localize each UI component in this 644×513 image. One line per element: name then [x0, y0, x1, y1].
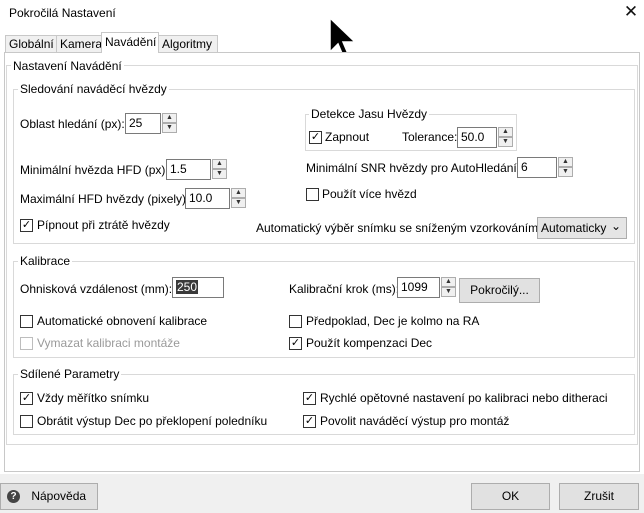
- cancel-button[interactable]: Zrušit: [559, 483, 639, 510]
- close-icon[interactable]: ✕: [621, 2, 641, 22]
- calibration-title: Kalibrace: [18, 254, 73, 268]
- spin-up-icon[interactable]: ▲: [162, 113, 177, 123]
- tab-algorithms[interactable]: Algoritmy: [158, 35, 218, 52]
- assume-dec-orthogonal-checkbox[interactable]: [289, 315, 302, 328]
- dec-compensation-label: Použít kompenzaci Dec: [306, 336, 433, 350]
- ok-button[interactable]: OK: [471, 483, 550, 510]
- spin-up-icon[interactable]: ▲: [498, 127, 513, 137]
- spin-down-icon[interactable]: ▼: [162, 123, 177, 133]
- tab-camera[interactable]: Kamera: [56, 35, 102, 52]
- help-label: Nápověda: [31, 489, 87, 503]
- detection-enable-label: Zapnout: [325, 130, 370, 144]
- multi-star-checkbox[interactable]: [306, 188, 319, 201]
- guiding-settings-title: Nastavení Navádění: [11, 59, 124, 73]
- focal-length-input[interactable]: 250: [172, 277, 224, 298]
- max-hfd-label: Maximální HFD hvězdy (pixely):: [20, 192, 190, 206]
- assume-dec-orthogonal-label: Předpoklad, Dec je kolmo na RA: [306, 314, 480, 328]
- tolerance-input[interactable]: 50.0: [457, 127, 497, 148]
- spin-up-icon[interactable]: ▲: [212, 159, 227, 169]
- beep-label: Pípnout při ztrátě hvězdy: [37, 218, 170, 232]
- always-scale-label: Vždy měřítko snímku: [37, 391, 150, 405]
- fast-recenter-checkbox[interactable]: ✓: [303, 392, 316, 405]
- clear-mount-calibration-label: Vymazat kalibraci montáže: [37, 336, 180, 350]
- window-title: Pokročilá Nastavení: [9, 6, 116, 20]
- advanced-settings-dialog: Pokročilá Nastavení ✕ Globální Kamera Na…: [0, 0, 644, 513]
- search-area-input[interactable]: 25: [125, 113, 161, 134]
- enable-guide-output-checkbox[interactable]: ✓: [303, 415, 316, 428]
- shared-parameters-title: Sdílené Parametry: [18, 367, 122, 381]
- tab-guiding[interactable]: Navádění: [101, 32, 159, 53]
- fast-recenter-label: Rychlé opětovné nastavení po kalibraci n…: [320, 391, 608, 405]
- min-hfd-input[interactable]: 1.5: [166, 159, 211, 180]
- focal-length-value: 250: [176, 280, 199, 294]
- chevron-down-icon: ⌄: [610, 219, 621, 233]
- min-snr-spinner[interactable]: ▲ ▼: [558, 157, 573, 178]
- spin-up-icon[interactable]: ▲: [558, 157, 573, 167]
- calibration-step-label: Kalibrační krok (ms):: [289, 282, 400, 296]
- reverse-dec-label: Obrátit výstup Dec po překlopení polední…: [37, 414, 268, 428]
- max-hfd-input[interactable]: 10.0: [185, 188, 230, 209]
- reverse-dec-checkbox[interactable]: [20, 415, 33, 428]
- beep-checkbox[interactable]: ✓: [20, 219, 33, 232]
- calibration-step-input[interactable]: 1099: [397, 277, 440, 298]
- always-scale-checkbox[interactable]: ✓: [20, 392, 33, 405]
- spin-down-icon[interactable]: ▼: [558, 167, 573, 177]
- auto-binning-select[interactable]: Automaticky ⌄: [537, 217, 627, 239]
- min-snr-input[interactable]: 6: [517, 157, 557, 178]
- min-snr-label: Minimální SNR hvězdy pro AutoHledání:: [306, 161, 521, 175]
- calibration-step-spinner[interactable]: ▲ ▼: [441, 277, 456, 298]
- search-area-spinner[interactable]: ▲ ▼: [162, 113, 177, 134]
- min-hfd-spinner[interactable]: ▲ ▼: [212, 159, 227, 180]
- spin-down-icon[interactable]: ▼: [231, 198, 246, 208]
- help-icon: ?: [7, 490, 20, 504]
- tab-global[interactable]: Globální: [5, 35, 57, 52]
- help-button[interactable]: ? Nápověda: [0, 483, 98, 510]
- multi-star-label: Použít více hvězd: [322, 187, 417, 201]
- focal-length-label: Ohnisková vzdálenost (mm):: [20, 282, 173, 296]
- star-detection-title: Detekce Jasu Hvězdy: [309, 107, 430, 121]
- spin-down-icon[interactable]: ▼: [441, 287, 456, 297]
- spin-down-icon[interactable]: ▼: [498, 137, 513, 147]
- dec-compensation-checkbox[interactable]: ✓: [289, 337, 302, 350]
- star-tracking-title: Sledování naváděcí hvězdy: [18, 82, 169, 96]
- auto-restore-label: Automatické obnovení kalibrace: [37, 314, 208, 328]
- enable-guide-output-label: Povolit naváděcí výstup pro montáž: [320, 414, 510, 428]
- min-hfd-label: Minimální hvězda HFD (px):: [20, 163, 169, 177]
- auto-binning-value: Automaticky: [541, 221, 607, 235]
- spin-up-icon[interactable]: ▲: [231, 188, 246, 198]
- spin-up-icon[interactable]: ▲: [441, 277, 456, 287]
- advanced-calibration-button[interactable]: Pokročilý...: [459, 278, 540, 303]
- clear-mount-calibration-checkbox: [20, 337, 33, 350]
- max-hfd-spinner[interactable]: ▲ ▼: [231, 188, 246, 209]
- detection-enable-checkbox[interactable]: ✓: [309, 131, 322, 144]
- tolerance-spinner[interactable]: ▲ ▼: [498, 127, 513, 148]
- tolerance-label: Tolerance:: [402, 130, 458, 144]
- auto-restore-checkbox[interactable]: [20, 315, 33, 328]
- search-area-label: Oblast hledání (px):: [20, 117, 125, 131]
- auto-binning-label: Automatický výběr snímku se sníženým vzo…: [256, 221, 542, 235]
- spin-down-icon[interactable]: ▼: [212, 169, 227, 179]
